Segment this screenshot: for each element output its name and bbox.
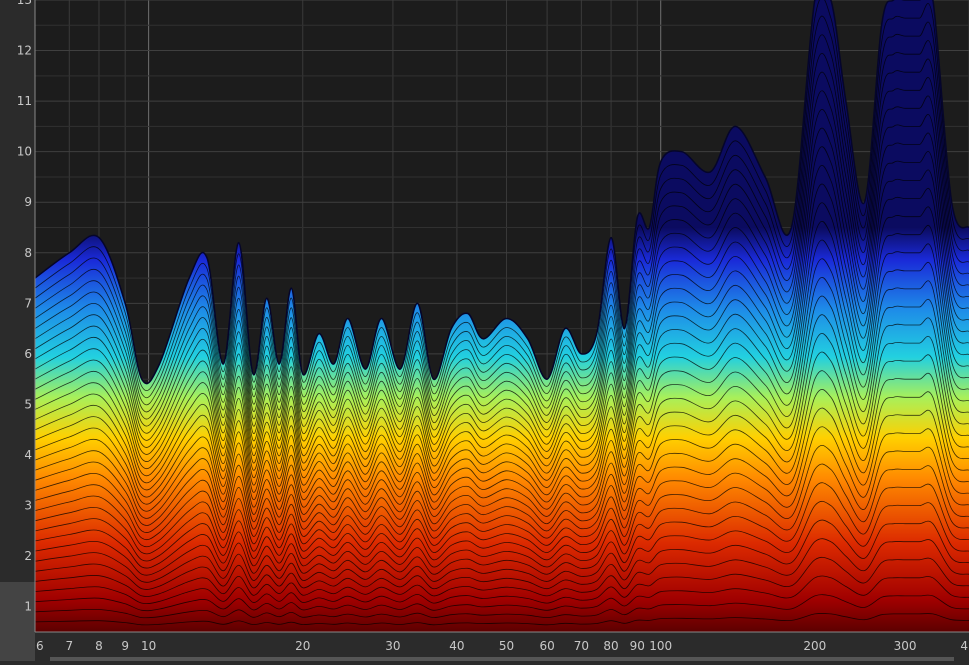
y-tick-label: 10	[17, 145, 32, 159]
y-tick-label: 7	[24, 296, 32, 310]
x-tick-label: 60	[539, 639, 554, 653]
x-tick-label: 80	[603, 639, 618, 653]
x-tick-label: 90	[630, 639, 645, 653]
x-tick-label: 30	[385, 639, 400, 653]
x-tick-label: 10	[141, 639, 156, 653]
x-tick-label: 300	[894, 639, 917, 653]
x-tick-label: 8	[95, 639, 103, 653]
x-tick-label: 7	[65, 639, 73, 653]
x-tick-label: 50	[499, 639, 514, 653]
x-tick-label: 4	[960, 639, 968, 653]
y-tick-label: 12	[17, 44, 32, 58]
y-tick-label: 2	[24, 549, 32, 563]
y-tick-label: 11	[17, 94, 32, 108]
x-tick-label: 70	[574, 639, 589, 653]
y-tick-label: 8	[24, 246, 32, 260]
axis-gutter-shade	[0, 582, 35, 661]
x-tick-label: 200	[803, 639, 826, 653]
x-tick-label: 100	[649, 639, 672, 653]
scrollbar-track	[50, 657, 954, 661]
x-tick-label: 40	[449, 639, 464, 653]
y-tick-label: 9	[24, 195, 32, 209]
x-tick-label: 20	[295, 639, 310, 653]
y-tick-label: 1	[24, 600, 32, 614]
x-tick-label: 9	[121, 639, 129, 653]
waterfall-chart: 1 2 3 4 5 6 7 8 9 10 11 12 13 6 7 8 9 10 20 30 40 50 60 70 80 90 1…	[0, 0, 969, 661]
y-tick-label: 4	[24, 448, 32, 462]
y-tick-label: 5	[24, 397, 32, 411]
x-tick-label: 6	[36, 639, 44, 653]
y-tick-label: 3	[24, 499, 32, 513]
y-tick-label: 13	[17, 0, 32, 7]
chart-svg: 123456789101112136 7 8 9 10 20 30 40 50 60 70 80 90 1…	[0, 0, 969, 661]
y-tick-label: 6	[24, 347, 32, 361]
